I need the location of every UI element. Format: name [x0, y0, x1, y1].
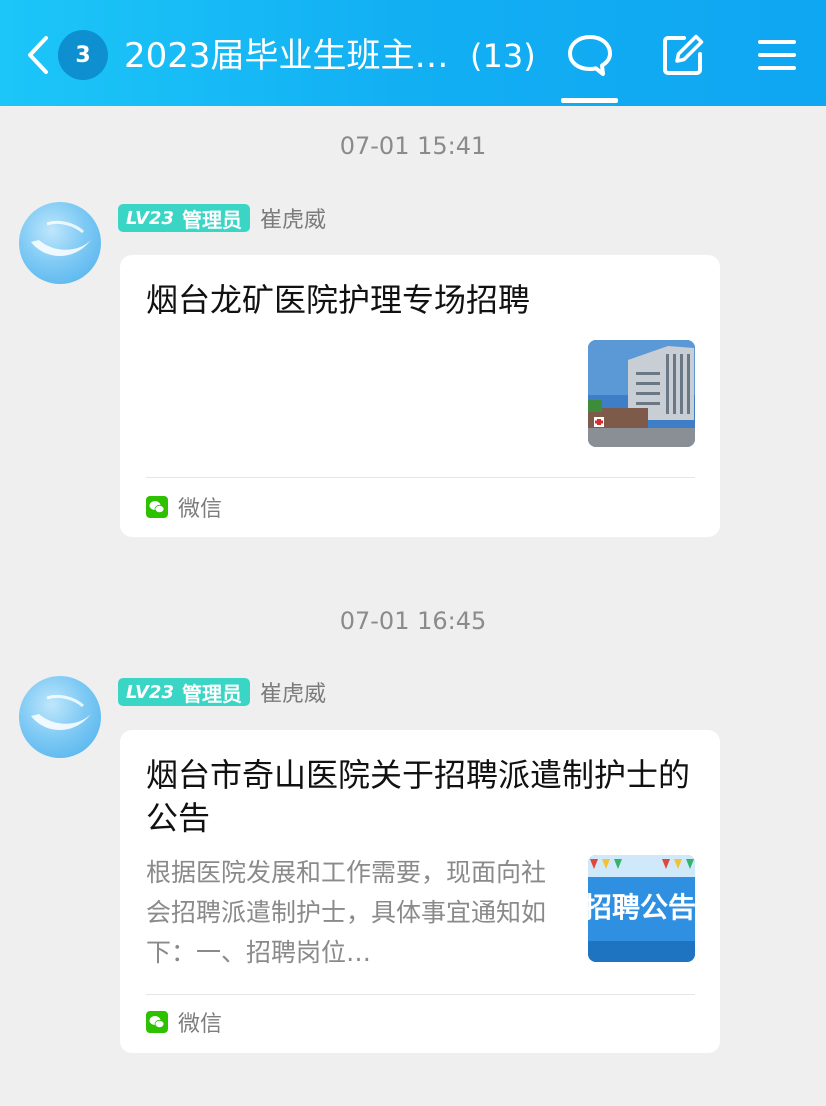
article-card[interactable]: 烟台市奇山医院关于招聘派遣制护士的公告 根据医院发展和工作需要，现面向社会招聘派…: [120, 730, 720, 1053]
chat-header: 3 2023届毕业生班主… (13): [0, 0, 826, 106]
group-title[interactable]: 2023届毕业生班主…: [124, 34, 454, 78]
thumb-text: 招聘公告: [588, 891, 695, 924]
sender-row: LV23 管理员 崔虎威: [118, 203, 326, 233]
admin-level-tag: LV23 管理员: [118, 204, 250, 232]
chat-bubble-icon: [568, 35, 612, 76]
role-label: 管理员: [181, 681, 242, 706]
sender-row: LV23 管理员 崔虎威: [118, 677, 326, 707]
avatar[interactable]: [19, 202, 101, 284]
active-tab-indicator: [561, 98, 618, 103]
role-label: 管理员: [181, 207, 242, 232]
edit-icon: [663, 34, 704, 75]
card-description: 根据医院发展和工作需要，现面向社会招聘派遣制护士，具体事宜通知如下：一、招聘岗位…: [146, 858, 547, 967]
card-title: 烟台市奇山医院关于招聘派遣制护士的公告: [146, 756, 691, 837]
card-source: 微信: [146, 492, 222, 522]
message-timestamp: 07-01 16:45: [339, 607, 487, 635]
source-label: 微信: [178, 1012, 223, 1037]
chat-tab-button[interactable]: [565, 30, 615, 80]
article-card[interactable]: 烟台龙矿医院护理专场招聘 微信: [120, 255, 720, 537]
feather-avatar-image: [31, 694, 91, 730]
card-divider: [146, 477, 695, 478]
hospital-thumbnail: [588, 340, 695, 447]
wechat-icon: [146, 1011, 168, 1033]
recruitment-thumbnail: 招聘公告: [588, 855, 695, 962]
feather-avatar-image: [31, 220, 91, 256]
chevron-left-icon: [28, 36, 48, 74]
menu-icon: [758, 40, 796, 70]
card-source: 微信: [146, 1007, 222, 1037]
message-timestamp: 07-01 15:41: [339, 132, 487, 160]
card-title: 烟台龙矿医院护理专场招聘: [146, 281, 531, 319]
source-label: 微信: [178, 497, 223, 522]
admin-level-tag: LV23 管理员: [118, 678, 250, 706]
avatar[interactable]: [19, 676, 101, 758]
level-label: LV23: [126, 681, 174, 703]
edit-button[interactable]: [658, 30, 708, 80]
unread-badge[interactable]: 3: [58, 30, 108, 80]
member-count[interactable]: (13): [470, 34, 536, 78]
wechat-icon: [146, 496, 168, 518]
sender-name[interactable]: 崔虎威: [260, 202, 326, 234]
card-divider: [146, 994, 695, 995]
sender-name[interactable]: 崔虎威: [260, 676, 326, 708]
back-button[interactable]: [20, 30, 60, 80]
menu-button[interactable]: [752, 30, 802, 80]
level-label: LV23: [126, 207, 174, 229]
